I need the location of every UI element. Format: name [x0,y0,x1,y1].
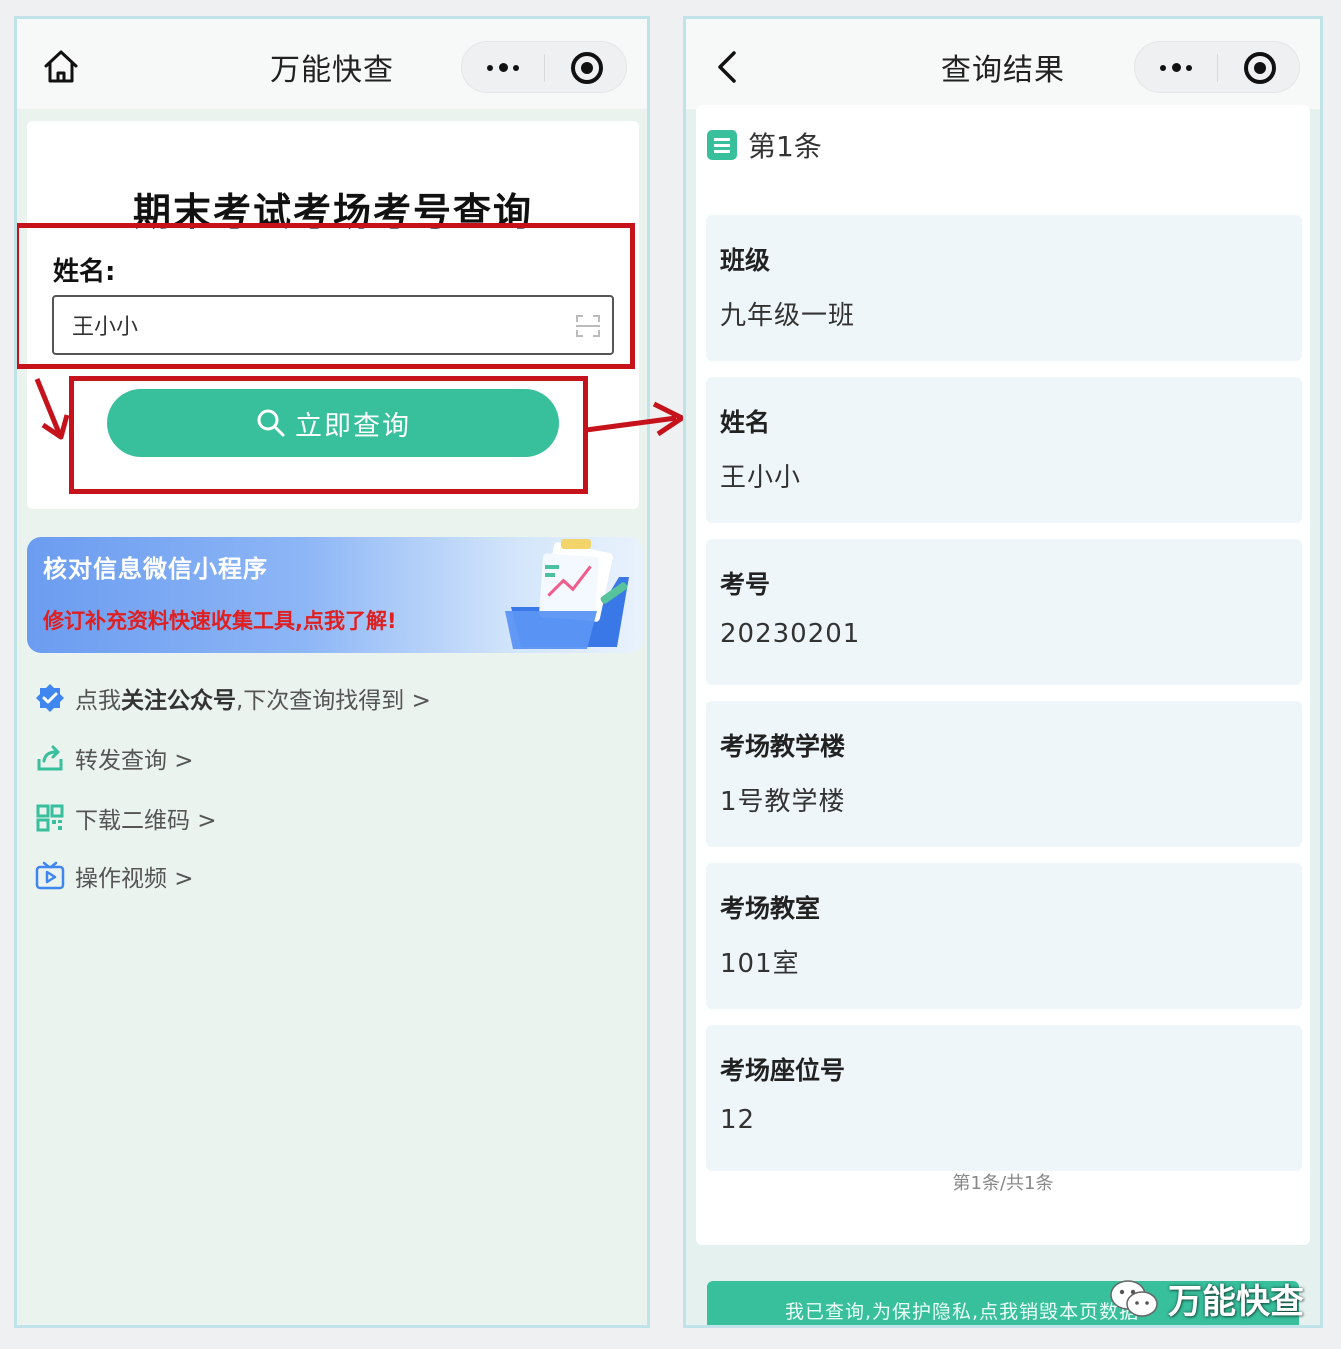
forward-link-label: 转发查询 > [75,748,194,774]
more-dots-icon[interactable] [462,42,544,94]
left-navbar: 万能快查 [17,19,647,109]
highlight-query-button [69,376,588,494]
close-circle-icon[interactable] [545,42,627,94]
wechat-watermark: 万能快查 [1108,1274,1304,1323]
follow-link-suffix: ,下次查询找得到 > [236,688,431,714]
left-phone-screen: 万能快查 期末考试考场考号查询 姓名: 王小小 立即查询 核对信息微信小程序 修… [14,16,650,1328]
result-field: 考场教学楼 1号教学楼 [706,701,1302,847]
share-icon [37,745,63,771]
highlight-name-field [17,223,635,369]
folder-chart-illustration [505,539,629,649]
destroy-data-button-label: 我已查询,为保护隐私,点我销毁本页数据 [785,1301,1140,1323]
record-header: 第1条 [706,125,822,165]
mini-program-capsule [461,41,627,93]
field-label: 姓名 [720,408,771,437]
download-qrcode-link[interactable]: 下载二维码 > [35,801,217,835]
right-phone-screen: 查询结果 第1条 班级 九年级一班 姓名 王小小 考号 20230201 考场教… [683,16,1323,1328]
record-label: 第1条 [748,130,822,163]
mini-program-capsule [1134,41,1300,93]
result-field: 姓名 王小小 [706,377,1302,523]
field-value: 20230201 [720,619,861,649]
banner-title: 核对信息微信小程序 [43,555,268,583]
field-value: 王小小 [720,463,802,493]
result-card: 第1条 班级 九年级一班 姓名 王小小 考号 20230201 考场教学楼 1号… [696,105,1310,1245]
list-icon [707,130,737,160]
forward-query-link[interactable]: 转发查询 > [35,741,194,775]
field-label: 班级 [720,246,771,275]
follow-link-prefix: 点我 [75,688,121,714]
watermark-text: 万能快查 [1168,1282,1304,1322]
screenshot-stage: 万能快查 期末考试考场考号查询 姓名: 王小小 立即查询 核对信息微信小程序 修… [0,0,1341,1349]
follow-official-account-link[interactable]: 点我 关注公众号 ,下次查询找得到 > [35,681,431,715]
down-arrow-annotation [34,378,70,440]
result-field: 考号 20230201 [706,539,1302,685]
video-link-label: 操作视频 > [75,866,194,892]
more-dots-icon[interactable] [1135,42,1217,94]
verified-badge-icon [36,684,64,712]
qrcode-link-label: 下载二维码 > [75,808,217,834]
field-label: 考号 [720,570,771,599]
result-field: 班级 九年级一班 [706,215,1302,361]
field-label: 考场座位号 [720,1056,846,1085]
result-field: 考场教室 101室 [706,863,1302,1009]
follow-link-bold: 关注公众号 [121,688,236,714]
qrcode-icon [36,804,64,832]
right-arrow-annotation [586,401,685,437]
wechat-logo-icon [1110,1279,1158,1317]
field-label: 考场教学楼 [720,732,846,761]
operation-video-link[interactable]: 操作视频 > [35,859,194,893]
field-value: 101室 [720,949,800,979]
close-circle-icon[interactable] [1218,42,1300,94]
video-icon [35,861,65,890]
field-value: 1号教学楼 [720,787,846,817]
field-label: 考场教室 [720,894,821,923]
banner-subtitle: 修订补充资料快速收集工具,点我了解! [43,609,397,633]
promo-banner[interactable]: 核对信息微信小程序 修订补充资料快速收集工具,点我了解! [27,537,643,653]
right-navbar: 查询结果 [686,19,1320,109]
field-value: 九年级一班 [720,301,856,331]
field-value: 12 [720,1105,756,1135]
pagination-text: 第1条/共1条 [952,1173,1054,1194]
result-field: 考场座位号 12 [706,1025,1302,1171]
